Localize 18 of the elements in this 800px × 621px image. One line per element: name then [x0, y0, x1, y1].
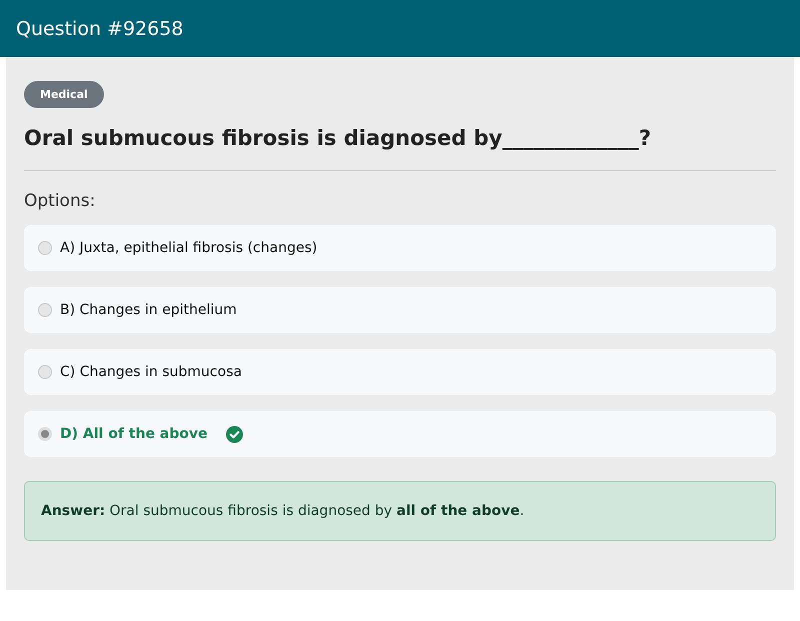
option-text: A) Juxta, epithelial fibrosis (changes)	[60, 240, 318, 256]
option-text: D) All of the above	[60, 426, 208, 442]
radio-button[interactable]	[38, 303, 52, 317]
check-circle-icon	[226, 426, 243, 442]
question-text: Oral submucous fibrosis is diagnosed by_____________?	[24, 126, 652, 150]
option-text: B) Changes in epithelium	[60, 302, 237, 318]
option-row[interactable]: B) Changes in epithelium	[24, 287, 776, 333]
option-text: C) Changes in submucosa	[60, 364, 242, 380]
category-badge: Medical	[24, 81, 104, 108]
option-row[interactable]: D) All of the above	[24, 411, 776, 457]
radio-button[interactable]	[38, 241, 52, 255]
radio-button[interactable]	[38, 427, 52, 441]
option-row[interactable]: C) Changes in submucosa	[24, 349, 776, 395]
question-title: Question #92658	[16, 18, 184, 40]
options-label: Options:	[24, 191, 96, 211]
option-row[interactable]: A) Juxta, epithelial fibrosis (changes)	[24, 225, 776, 271]
radio-button[interactable]	[38, 365, 52, 379]
answer-text: Answer: Oral submucous fibrosis is diagnosed by all of the above.	[41, 503, 524, 519]
